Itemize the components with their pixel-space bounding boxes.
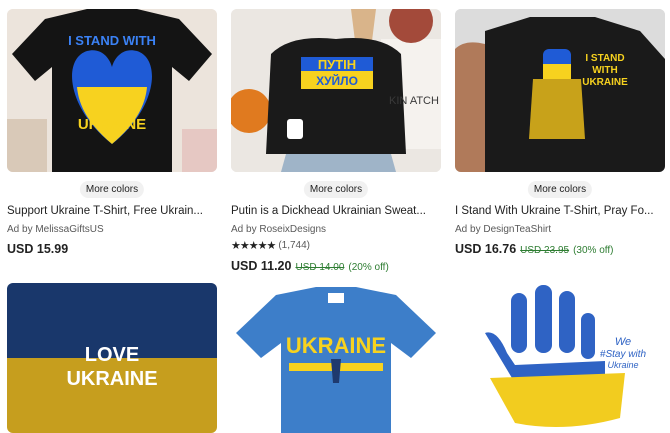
hand-text-line2: #Stay with (600, 349, 647, 360)
listing-image[interactable]: ПУТІН ХУЙЛО KIN ATCH (231, 9, 441, 172)
sweatshirt-model-image: ПУТІН ХУЙЛО KIN ATCH (231, 9, 441, 172)
listing-card-3[interactable]: I STAND WITH UKRAINE More colors I Stand… (455, 9, 665, 256)
seller-label: Ad by RoseixDesigns (231, 224, 327, 235)
shirt-text: UKRAINE (286, 333, 386, 358)
price: USD 16.76 (455, 242, 517, 256)
price-row: USD 11.20 USD 14.00 (20% off) (231, 259, 389, 273)
shirt-text-bottom: UKRAINE (78, 116, 146, 133)
seller-label: Ad by MelissaGiftsUS (7, 224, 104, 235)
tshirt-fist-image: I STAND WITH UKRAINE (455, 9, 665, 172)
discount-label: (20% off) (348, 262, 389, 273)
shirt-text-line1: I STAND (585, 53, 624, 64)
price: USD 15.99 (7, 242, 69, 256)
tshirt-heart-image: I STAND WITH UKRAINE (7, 9, 217, 172)
more-colors-badge[interactable]: More colors (527, 181, 593, 198)
star-rating-icon: ★★★★★ (231, 240, 276, 252)
price-row: USD 15.99 (7, 242, 68, 256)
hand-text-line3: Ukraine (607, 360, 638, 370)
listing-card-1[interactable]: I STAND WITH UKRAINE More colors Support… (7, 9, 217, 256)
shirt-text-top: I STAND WITH (68, 33, 156, 48)
shirt-text-line3: UKRAINE (582, 77, 628, 88)
listing-image-love-ukraine[interactable]: LOVE UKRAINE (7, 283, 217, 433)
blue-tshirt-image: UKRAINE (231, 283, 441, 433)
pillow-text: KIN ATCH (389, 95, 439, 107)
listing-title[interactable]: I Stand With Ukraine T-Shirt, Pray Fo... (455, 205, 665, 217)
listing-image[interactable]: I STAND WITH UKRAINE (455, 9, 665, 172)
hand-print-image: We #Stay with Ukraine (455, 283, 665, 433)
more-colors-badge[interactable]: More colors (303, 181, 369, 198)
sweatshirt-text-bottom: ХУЙЛО (316, 73, 358, 88)
poster-text-bottom: UKRAINE (66, 368, 157, 390)
original-price: USD 14.00 (295, 262, 345, 273)
hand-text-line1: We (615, 336, 631, 348)
listing-title[interactable]: Putin is a Dickhead Ukrainian Sweat... (231, 205, 441, 217)
more-colors-badge[interactable]: More colors (79, 181, 145, 198)
listing-card-2[interactable]: ПУТІН ХУЙЛО KIN ATCH More colors Putin i… (231, 9, 441, 273)
original-price: USD 23.95 (520, 245, 570, 256)
shirt-text-line2: WITH (592, 65, 618, 76)
listing-title[interactable]: Support Ukraine T-Shirt, Free Ukrain... (7, 205, 217, 217)
price: USD 11.20 (231, 259, 292, 273)
rating: ★★★★★ (1,744) (231, 239, 310, 252)
listing-image-hand[interactable]: We #Stay with Ukraine (455, 283, 665, 433)
poster-text-top: LOVE (85, 344, 139, 366)
listing-image[interactable]: I STAND WITH UKRAINE (7, 9, 217, 172)
flag-poster-image: LOVE UKRAINE (7, 283, 217, 433)
sweatshirt-text-top: ПУТІН (318, 57, 356, 72)
seller-label: Ad by DesignTeaShirt (455, 224, 552, 235)
review-count: (1,744) (278, 240, 310, 251)
listing-image-ukraine-shirt[interactable]: UKRAINE (231, 283, 441, 433)
discount-label: (30% off) (573, 245, 614, 256)
price-row: USD 16.76 USD 23.95 (30% off) (455, 242, 613, 256)
